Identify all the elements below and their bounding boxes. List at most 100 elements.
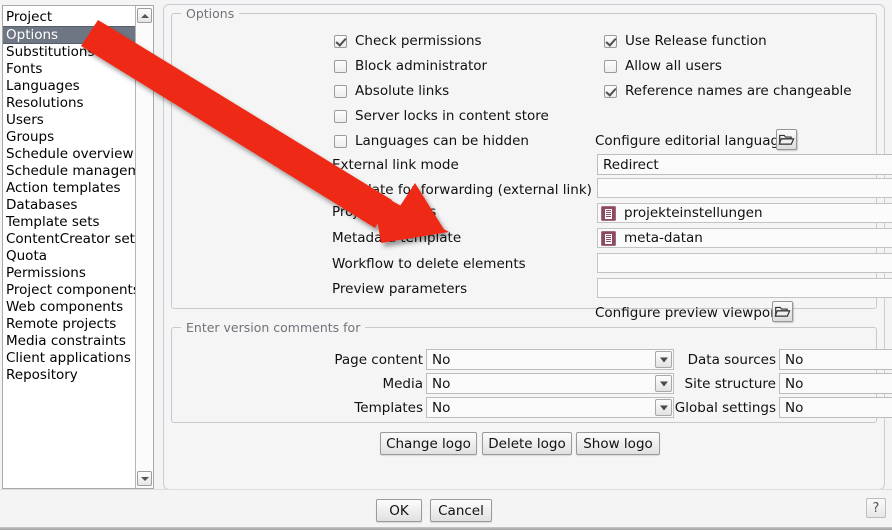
- scroll-down-button[interactable]: [137, 471, 152, 486]
- field-value: meta-datan: [624, 230, 703, 246]
- combo-value: No: [785, 375, 804, 392]
- ok-button[interactable]: OK: [376, 499, 422, 522]
- triangle-up-icon: [140, 13, 149, 18]
- checkbox-unchecked-icon[interactable]: [604, 59, 617, 73]
- configure-editorial-languages-button[interactable]: [776, 129, 797, 150]
- checkbox-label: Reference names are changeable: [625, 83, 852, 99]
- field-label-workflow-to-delete-elements: Workflow to delete elements: [332, 256, 526, 272]
- button-change-logo[interactable]: Change logo: [380, 432, 477, 455]
- checkbox-label: Server locks in content store: [355, 108, 549, 124]
- checkbox-label: Languages can be hidden: [355, 133, 529, 149]
- sidebar-item-substitutions[interactable]: Substitutions: [3, 44, 136, 61]
- help-button[interactable]: ?: [866, 498, 886, 518]
- button-delete-logo[interactable]: Delete logo: [482, 432, 572, 455]
- settings-category-list[interactable]: Project Options Substitutions Fonts Language…: [2, 5, 154, 489]
- sidebar-item-project[interactable]: Project: [3, 9, 136, 26]
- field-input-metadata-template[interactable]: meta-datan: [597, 228, 892, 248]
- field-value: projekteinstellungen: [624, 205, 763, 221]
- sidebar-item-web-components[interactable]: Web components: [3, 299, 136, 316]
- checkbox-row[interactable]: Use Release function: [604, 32, 767, 50]
- version-label-templates: Templates: [354, 400, 423, 416]
- sidebar-item-project-components[interactable]: Project components: [3, 282, 140, 299]
- sidebar-item-schedule-overview[interactable]: Schedule overview: [3, 146, 136, 163]
- document-icon: [601, 230, 616, 246]
- sidebar-item-remote-projects[interactable]: Remote projects: [3, 316, 136, 333]
- version-combo-global-settings[interactable]: No: [779, 397, 892, 418]
- version-label-data-sources: Data sources: [687, 352, 776, 368]
- triangle-down-icon: [659, 381, 668, 386]
- version-label-global-settings: Global settings: [674, 400, 776, 416]
- version-combo-page-content[interactable]: No: [426, 349, 674, 370]
- version-combo-templates[interactable]: No: [426, 397, 674, 418]
- sidebar-item-fonts[interactable]: Fonts: [3, 61, 136, 78]
- checkbox-row[interactable]: Block administrator: [334, 57, 487, 75]
- sidebar-scrollbar[interactable]: [135, 6, 153, 488]
- sidebar-item-template-sets[interactable]: Template sets: [3, 214, 136, 231]
- cancel-button[interactable]: Cancel: [430, 499, 492, 522]
- field-input-template-for-forwarding-external-link-pages[interactable]: [597, 178, 892, 198]
- field-input-project-settings[interactable]: projekteinstellungen: [597, 203, 892, 223]
- field-label-project-settings: Project settings: [332, 204, 437, 220]
- version-combo-media[interactable]: No: [426, 373, 674, 394]
- chevron-down-icon[interactable]: [655, 351, 672, 368]
- sidebar-item-groups[interactable]: Groups: [3, 129, 136, 146]
- button-show-logo[interactable]: Show logo: [576, 432, 660, 455]
- field-combo-external-link-mode[interactable]: Redirect: [597, 154, 892, 175]
- sidebar-item-action-templates[interactable]: Action templates: [3, 180, 136, 197]
- chevron-down-icon[interactable]: [655, 399, 672, 416]
- sidebar-item-users[interactable]: Users: [3, 112, 136, 129]
- triangle-down-icon: [140, 476, 149, 481]
- checkbox-row[interactable]: Languages can be hidden: [334, 132, 529, 150]
- triangle-down-icon: [659, 357, 668, 362]
- options-dialog: Project Options Substitutions Fonts Language…: [0, 0, 892, 530]
- combo-value: No: [432, 375, 451, 392]
- configure-editorial-languages-label: Configure editorial languages: [595, 133, 795, 149]
- checkbox-unchecked-icon[interactable]: [334, 59, 347, 73]
- sidebar-item-databases[interactable]: Databases: [3, 197, 136, 214]
- sidebar-item-languages[interactable]: Languages: [3, 78, 136, 95]
- checkbox-row[interactable]: Server locks in content store: [334, 107, 549, 125]
- version-combo-site-structure[interactable]: No: [779, 373, 892, 394]
- checkbox-row[interactable]: Absolute links: [334, 82, 449, 100]
- document-icon: [601, 205, 616, 221]
- field-input-workflow-to-delete-elements[interactable]: [597, 253, 892, 273]
- checkbox-unchecked-icon[interactable]: [334, 134, 347, 148]
- scroll-up-button[interactable]: [137, 8, 152, 23]
- sidebar-item-contentcreator-settings[interactable]: ContentCreator settings: [3, 231, 153, 248]
- sidebar-item-permissions[interactable]: Permissions: [3, 265, 136, 282]
- checkbox-checked-icon[interactable]: [604, 34, 617, 48]
- checkbox-label: Allow all users: [625, 58, 722, 74]
- checkbox-label: Block administrator: [355, 58, 488, 74]
- folder-open-icon: [778, 134, 795, 145]
- sidebar-item-options[interactable]: Options: [3, 26, 136, 44]
- dialog-footer: OK Cancel ?: [0, 489, 892, 530]
- checkbox-row[interactable]: Check permissions: [334, 32, 482, 50]
- combo-value: No: [785, 399, 804, 416]
- checkbox-label: Check permissions: [355, 33, 482, 49]
- folder-open-icon: [774, 306, 791, 317]
- version-combo-data-sources[interactable]: No: [779, 349, 892, 370]
- field-label-external-link-mode: External link mode: [332, 157, 459, 173]
- checkbox-label: Absolute links: [355, 83, 450, 99]
- sidebar-item-media-constraints[interactable]: Media constraints: [3, 333, 136, 350]
- field-input-preview-parameters[interactable]: [597, 278, 892, 298]
- combo-value: No: [785, 351, 804, 368]
- chevron-down-icon[interactable]: [655, 375, 672, 392]
- configure-preview-viewports-label: Configure preview viewports: [595, 305, 789, 321]
- sidebar-item-quota[interactable]: Quota: [3, 248, 136, 265]
- sidebar-item-resolutions[interactable]: Resolutions: [3, 95, 136, 112]
- checkbox-unchecked-icon[interactable]: [334, 84, 347, 98]
- sidebar-item-repository[interactable]: Repository: [3, 367, 136, 384]
- checkbox-checked-icon[interactable]: [604, 84, 617, 98]
- sidebar-item-client-applications[interactable]: Client applications: [3, 350, 136, 367]
- configure-preview-viewports-button[interactable]: [772, 301, 793, 322]
- sidebar-item-schedule-management[interactable]: Schedule management: [3, 163, 153, 180]
- options-panel: Options Check permissions Block administr…: [163, 4, 892, 490]
- field-label-metadata-template: Metadata template: [332, 230, 462, 246]
- checkbox-unchecked-icon[interactable]: [334, 109, 347, 123]
- checkbox-checked-icon[interactable]: [334, 34, 347, 48]
- version-comments-legend: Enter version comments for: [181, 320, 366, 335]
- field-label-preview-parameters: Preview parameters: [332, 281, 468, 297]
- checkbox-row[interactable]: Allow all users: [604, 57, 722, 75]
- checkbox-row[interactable]: Reference names are changeable: [604, 82, 852, 100]
